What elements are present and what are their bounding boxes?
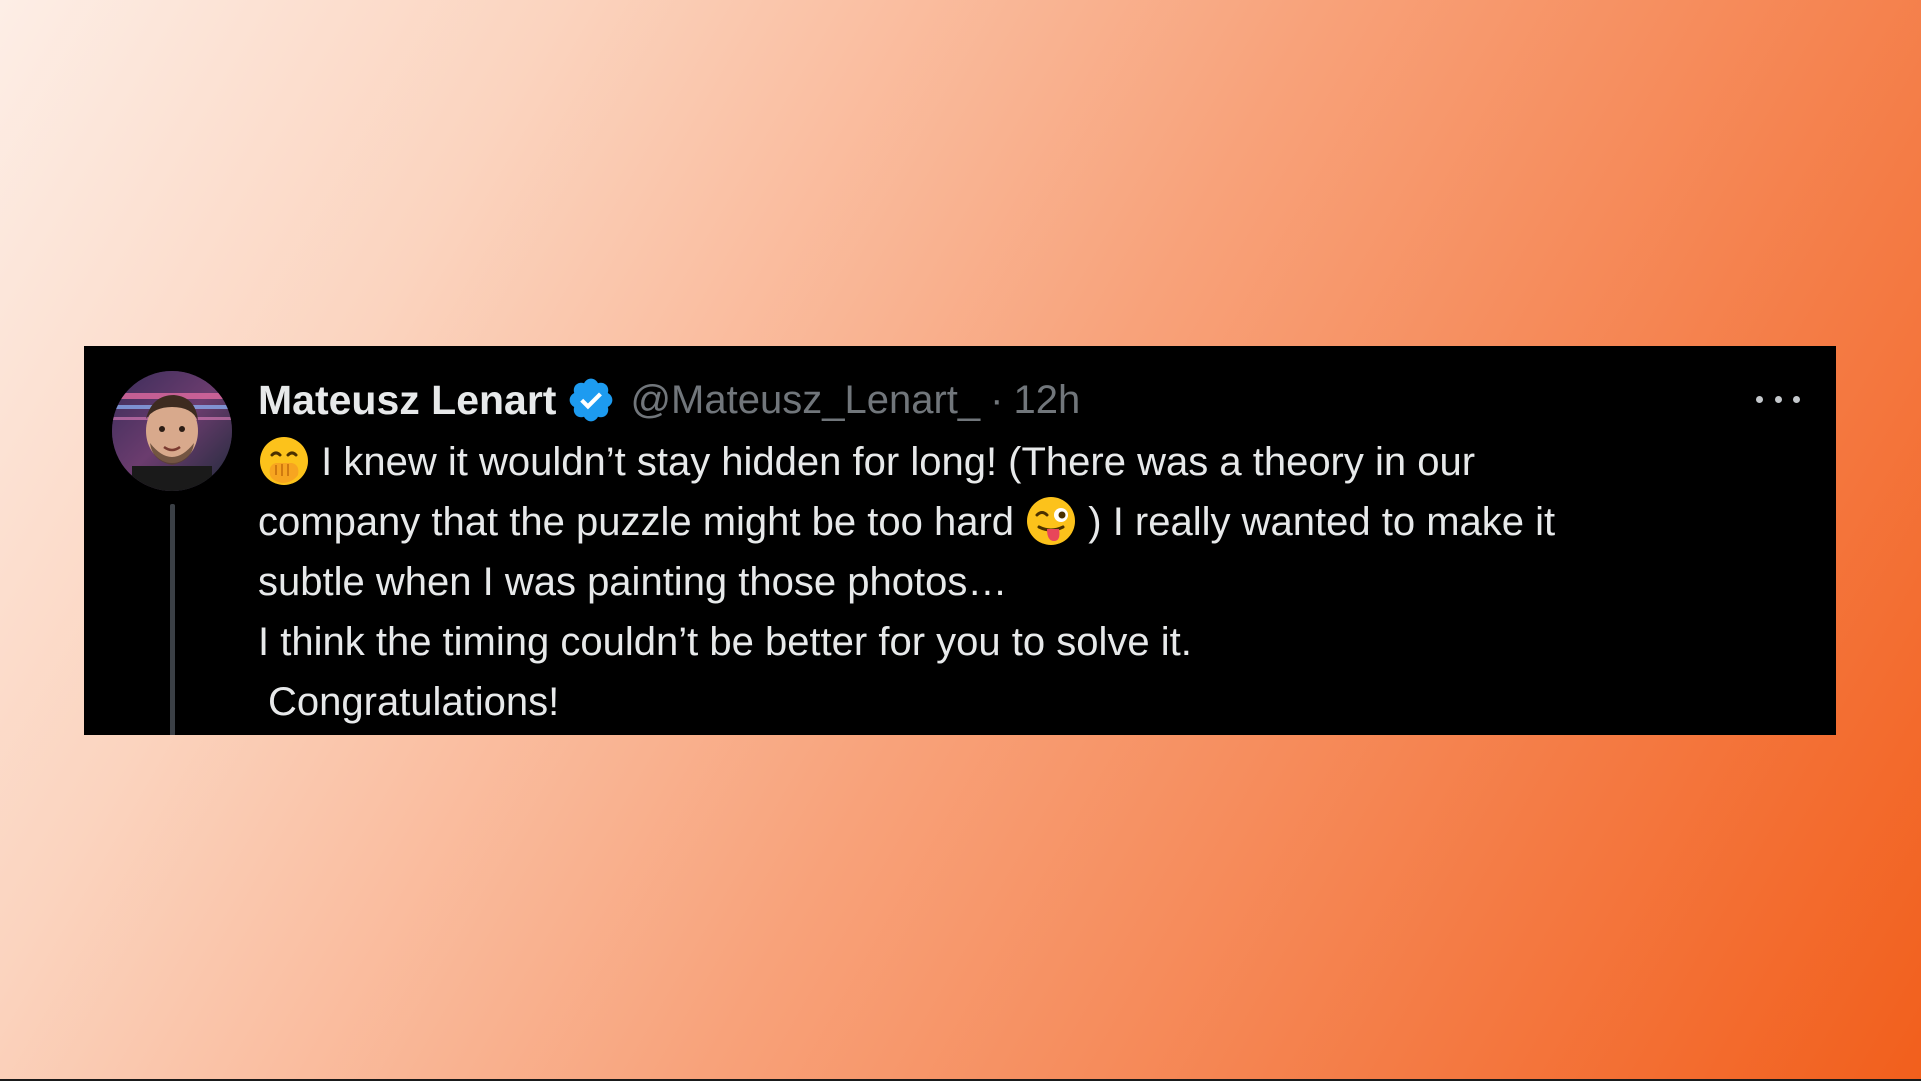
- winking-face-with-tongue-emoji-icon: [1025, 495, 1077, 547]
- thread-connector-line: [170, 504, 175, 735]
- author-handle[interactable]: @Mateusz_Lenart_: [630, 378, 980, 423]
- avatar[interactable]: [112, 371, 232, 491]
- hand-over-mouth-emoji-icon: [258, 435, 310, 487]
- post-text-line: I think the timing couldn’t be better fo…: [258, 612, 1818, 672]
- post-text: I knew it wouldn’t stay hidden for long!…: [258, 432, 1818, 732]
- verified-badge-icon: [566, 375, 616, 425]
- post-text-line-2b: ) I really wanted to make it: [1088, 500, 1556, 544]
- post-text-line-2a: company that the puzzle might be too har…: [258, 500, 1015, 544]
- post-header: Mateusz Lenart @Mateusz_Lenart_ · 12h: [258, 374, 1080, 426]
- post-text-line-3: subtle when I was painting those photos…: [258, 560, 1008, 604]
- post-text-line: subtle when I was painting those photos…: [258, 552, 1818, 612]
- separator-dot: ·: [990, 377, 1004, 422]
- post-timestamp[interactable]: 12h: [1013, 378, 1080, 423]
- post-card[interactable]: Mateusz Lenart @Mateusz_Lenart_ · 12h I …: [84, 346, 1836, 735]
- post-text-line-4: I think the timing couldn’t be better fo…: [258, 620, 1192, 664]
- post-text-line-1: I knew it wouldn’t stay hidden for long!…: [321, 440, 1476, 484]
- author-display-name[interactable]: Mateusz Lenart: [258, 377, 556, 424]
- post-text-line: Congratulations!: [258, 672, 1818, 732]
- post-text-line: company that the puzzle might be too har…: [258, 492, 1818, 552]
- more-options-button[interactable]: [1756, 388, 1800, 410]
- post-text-line: I knew it wouldn’t stay hidden for long!…: [258, 432, 1818, 492]
- post-text-line-5: Congratulations!: [268, 680, 560, 724]
- more-horizontal-icon: [1756, 395, 1763, 403]
